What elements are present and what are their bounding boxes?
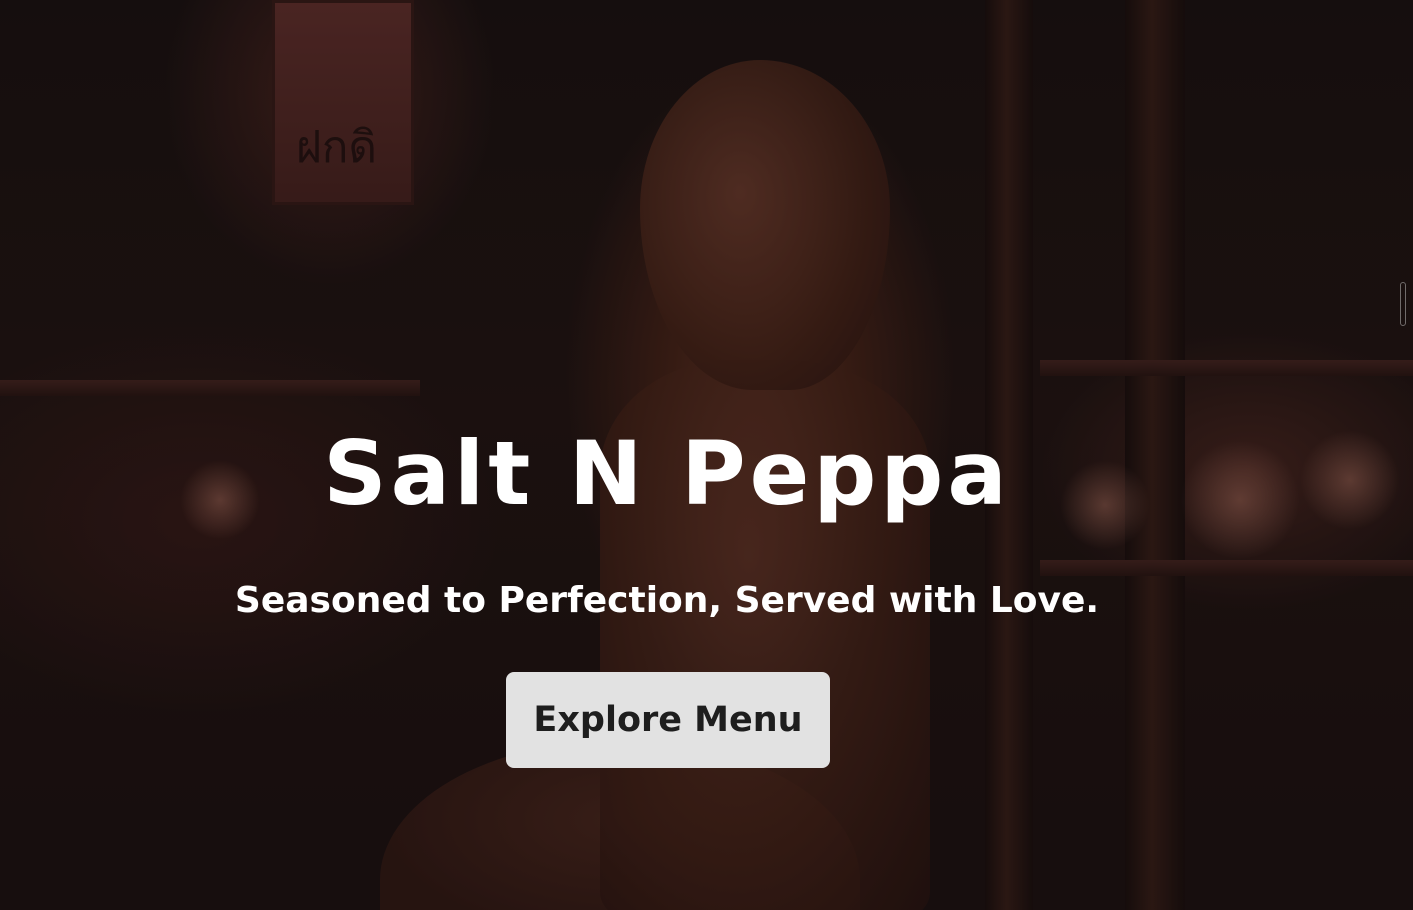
explore-menu-button[interactable]: Explore Menu (506, 672, 830, 768)
hero-tagline: Seasoned to Perfection, Served with Love… (234, 580, 1100, 621)
scrollbar-thumb[interactable] (1400, 282, 1406, 326)
hero-section: ฝกดิ Salt N Peppa Seasoned to Perfection… (0, 0, 1413, 910)
hero-title: Salt N Peppa (323, 422, 1011, 525)
hero-content: Salt N Peppa Seasoned to Perfection, Ser… (0, 0, 1334, 910)
